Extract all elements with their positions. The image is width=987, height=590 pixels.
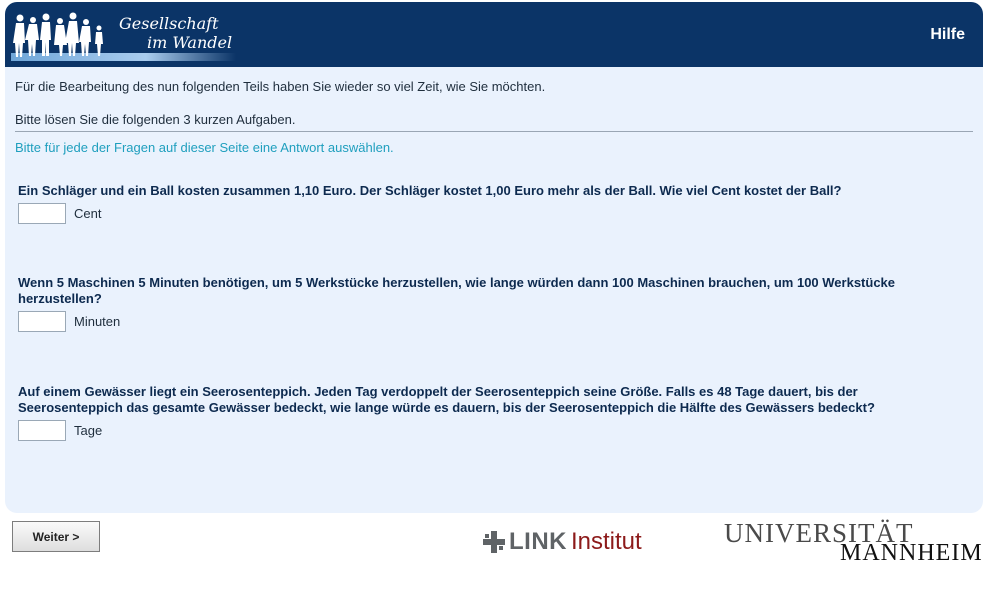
question-2: Wenn 5 Maschinen 5 Minuten benötigen, um… (18, 275, 896, 306)
universitaet-mannheim-logo: UNIVERSITÄT MANNHEIM (724, 518, 982, 568)
question-1: Ein Schläger und ein Ball kosten zusamme… (18, 183, 842, 198)
logo-line-1: Gesellschaft (119, 14, 219, 33)
unit-label-tage: Tage (74, 423, 103, 438)
survey-card: Gesellschaft im Wandel Hilfe Für die Bea… (5, 2, 983, 513)
unit-label-cent: Cent (74, 206, 102, 221)
uni-line-2: MANNHEIM (840, 540, 983, 566)
answer-hint: Bitte für jede der Fragen auf dieser Sei… (15, 140, 394, 155)
people-silhouettes-icon (13, 12, 103, 57)
divider (15, 131, 973, 132)
question-3: Auf einem Gewässer liegt ein Seerosentep… (18, 384, 875, 415)
answer-row-1: Cent (18, 203, 101, 224)
answer-input-tage[interactable] (18, 420, 66, 441)
link-cross-icon (483, 531, 505, 553)
logo-text: Gesellschaft im Wandel (119, 14, 232, 52)
link-institut-word: Institut (571, 528, 642, 555)
link-institut-logo: LINK Institut (483, 528, 642, 556)
logo-line-2: im Wandel (147, 33, 233, 52)
answer-input-cent[interactable] (18, 203, 66, 224)
intro-text-2: Bitte lösen Sie die folgenden 3 kurzen A… (15, 112, 296, 127)
help-link[interactable]: Hilfe (930, 26, 965, 44)
intro-text-1: Für die Bearbeitung des nun folgenden Te… (15, 79, 546, 94)
gesellschaft-im-wandel-logo: Gesellschaft im Wandel (11, 12, 241, 64)
answer-row-2: Minuten (18, 311, 120, 332)
answer-input-minuten[interactable] (18, 311, 66, 332)
link-word: LINK (509, 528, 567, 555)
unit-label-minuten: Minuten (74, 314, 121, 329)
next-button[interactable]: Weiter > (12, 521, 100, 552)
answer-row-3: Tage (18, 420, 102, 441)
header-bar: Gesellschaft im Wandel Hilfe (5, 2, 983, 67)
